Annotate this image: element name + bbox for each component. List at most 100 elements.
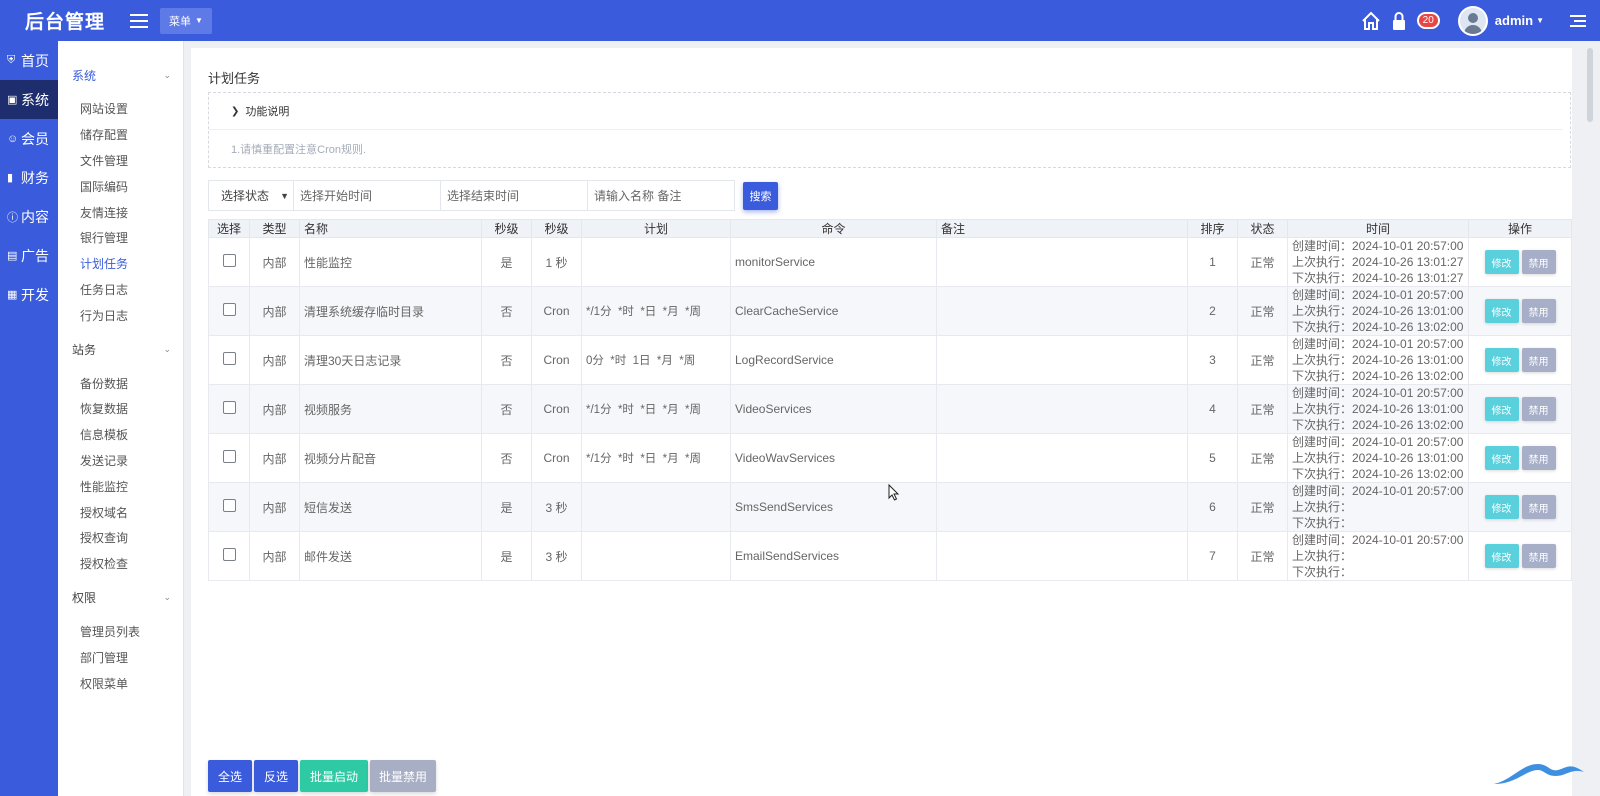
sub-item-departments[interactable]: 部门管理 xyxy=(58,644,183,670)
keyword-input[interactable]: 请输入名称 备注 xyxy=(587,180,735,211)
row-note xyxy=(936,433,1188,483)
batch-disable-button[interactable]: 批量禁用 xyxy=(370,760,436,792)
row-name: 清理系统缓存临时目录 xyxy=(299,286,482,336)
username[interactable]: admin xyxy=(1495,13,1533,28)
mouse-cursor-icon xyxy=(888,484,900,501)
main-nav: ⛨ 首页 ▣ 系统 ☺ 会员 ▮ 财务 ⓘ 内容 ▤ 广告 ▦ 开发 xyxy=(0,41,58,796)
disable-button[interactable]: 禁用 xyxy=(1521,446,1556,470)
row-checkbox[interactable] xyxy=(222,548,236,561)
rail-item-ads[interactable]: ▤ 广告 xyxy=(0,236,58,275)
sub-item-backup[interactable]: 备份数据 xyxy=(58,370,183,396)
sub-item-scheduled-tasks[interactable]: 计划任务 xyxy=(58,251,183,277)
sub-item-send-log[interactable]: 发送记录 xyxy=(58,448,183,474)
rail-item-content[interactable]: ⓘ 内容 xyxy=(0,197,58,236)
lock-icon[interactable] xyxy=(1391,11,1407,31)
start-time-input[interactable]: 选择开始时间 xyxy=(293,180,441,211)
row-checkbox[interactable] xyxy=(222,303,236,316)
edit-button[interactable]: 修改 xyxy=(1484,544,1519,568)
row-checkbox[interactable] xyxy=(222,254,236,267)
search-button[interactable]: 搜索 xyxy=(743,181,778,210)
row-select-cell xyxy=(208,335,250,385)
rail-item-member[interactable]: ☺ 会员 xyxy=(0,119,58,158)
wave-logo-icon xyxy=(1494,764,1584,784)
menu-toggle-icon[interactable] xyxy=(130,13,150,28)
row-checkbox[interactable] xyxy=(222,499,236,512)
edit-button[interactable]: 修改 xyxy=(1484,495,1519,519)
sub-item-auth-domain[interactable]: 授权域名 xyxy=(58,499,183,525)
chevron-down-icon: ⌄ xyxy=(163,343,171,354)
user-icon: ☺ xyxy=(7,132,19,145)
row-sort: 5 xyxy=(1187,433,1238,483)
row-command: VideoWavServices xyxy=(730,433,937,483)
table-row: 内部 清理30天日志记录否 Cron 0分 *时 1日 *月 *周 LogRecordS… xyxy=(208,335,1572,385)
invert-selection-button[interactable]: 反选 xyxy=(254,760,298,792)
rail-label: 系统 xyxy=(21,91,49,108)
bell-icon[interactable]: 20 xyxy=(1416,12,1458,29)
batch-enable-button[interactable]: 批量启动 xyxy=(300,760,368,792)
disable-button[interactable]: 禁用 xyxy=(1521,544,1556,568)
edit-button[interactable]: 修改 xyxy=(1484,250,1519,274)
row-type: 内部 xyxy=(249,482,300,532)
rail-item-system[interactable]: ▣ 系统 xyxy=(0,80,58,119)
status-select[interactable]: 选择状态 ▼ xyxy=(208,180,294,211)
edit-button[interactable]: 修改 xyxy=(1484,348,1519,372)
group-label: 站务 xyxy=(72,342,97,357)
rail-item-dev[interactable]: ▦ 开发 xyxy=(0,275,58,314)
end-time-input[interactable]: 选择结束时间 xyxy=(440,180,588,211)
submenu-group-station[interactable]: 站务 ⌄ xyxy=(58,336,183,362)
disable-button[interactable]: 禁用 xyxy=(1521,397,1556,421)
edit-button[interactable]: 修改 xyxy=(1484,299,1519,323)
sub-item-admins[interactable]: 管理员列表 xyxy=(58,619,183,645)
rail-label: 内容 xyxy=(21,208,49,225)
row-name: 性能监控 xyxy=(299,237,482,287)
row-time: 创建时间：2024-10-01 20:57:00 上次执行： 下次执行： xyxy=(1287,531,1469,581)
submenu-group-permission[interactable]: 权限 ⌄ xyxy=(58,585,183,611)
disable-button[interactable]: 禁用 xyxy=(1521,348,1556,372)
notice-toggle[interactable]: ❯ 功能说明 xyxy=(209,93,1562,130)
edit-button[interactable]: 修改 xyxy=(1484,397,1519,421)
avatar[interactable] xyxy=(1457,5,1488,36)
row-status: 正常 xyxy=(1237,482,1288,532)
row-last-run: 上次执行：2024-10-26 13:01:00 xyxy=(1292,353,1464,367)
row-type: 内部 xyxy=(249,531,300,581)
sub-item-templates[interactable]: 信息模板 xyxy=(58,422,183,448)
sub-item-performance[interactable]: 性能监控 xyxy=(58,473,183,499)
sub-item-links[interactable]: 友情连接 xyxy=(58,199,183,225)
rail-item-finance[interactable]: ▮ 财务 xyxy=(0,158,58,197)
rail-item-home[interactable]: ⛨ 首页 xyxy=(0,41,58,80)
disable-button[interactable]: 禁用 xyxy=(1521,495,1556,519)
sub-item-banks[interactable]: 银行管理 xyxy=(58,225,183,251)
sub-item-storage[interactable]: 储存配置 xyxy=(58,122,183,148)
row-name: 视频分片配音 xyxy=(299,433,482,483)
menu-select[interactable]: 菜单 ▼ xyxy=(160,7,212,34)
sub-item-task-log[interactable]: 任务日志 xyxy=(58,277,183,303)
sub-item-site-settings[interactable]: 网站设置 xyxy=(58,96,183,122)
disable-button[interactable]: 禁用 xyxy=(1521,250,1556,274)
sub-item-files[interactable]: 文件管理 xyxy=(58,148,183,174)
row-checkbox[interactable] xyxy=(222,352,236,365)
sub-item-restore[interactable]: 恢复数据 xyxy=(58,396,183,422)
chevron-down-icon[interactable]: ▼ xyxy=(1536,16,1544,25)
sub-item-auth-check[interactable]: 授权检查 xyxy=(58,551,183,577)
row-checkbox[interactable] xyxy=(222,401,236,414)
row-select-cell xyxy=(208,433,250,483)
sub-item-auth-query[interactable]: 授权查询 xyxy=(58,525,183,551)
submenu-group-system[interactable]: 系统 ⌄ xyxy=(58,62,183,88)
sub-item-permission-menu[interactable]: 权限菜单 xyxy=(58,670,183,696)
row-checkbox[interactable] xyxy=(222,450,236,463)
sub-item-i18n[interactable]: 国际编码 xyxy=(58,173,183,199)
sub-item-action-log[interactable]: 行为日志 xyxy=(58,302,183,328)
row-status: 正常 xyxy=(1237,384,1288,434)
page-scrollbar[interactable] xyxy=(1587,48,1593,122)
row-second-2: 3 秒 xyxy=(531,482,582,532)
row-type: 内部 xyxy=(249,335,300,385)
more-menu-icon[interactable] xyxy=(1570,14,1586,27)
edit-button[interactable]: 修改 xyxy=(1484,446,1519,470)
shield-icon: ⛨ xyxy=(7,54,16,66)
disable-button[interactable]: 禁用 xyxy=(1521,299,1556,323)
col-name: 名称 xyxy=(299,219,482,238)
home-icon[interactable] xyxy=(1361,11,1381,31)
rail-label: 开发 xyxy=(21,286,49,303)
row-second-2: Cron xyxy=(531,286,582,336)
select-all-button[interactable]: 全选 xyxy=(208,760,252,792)
